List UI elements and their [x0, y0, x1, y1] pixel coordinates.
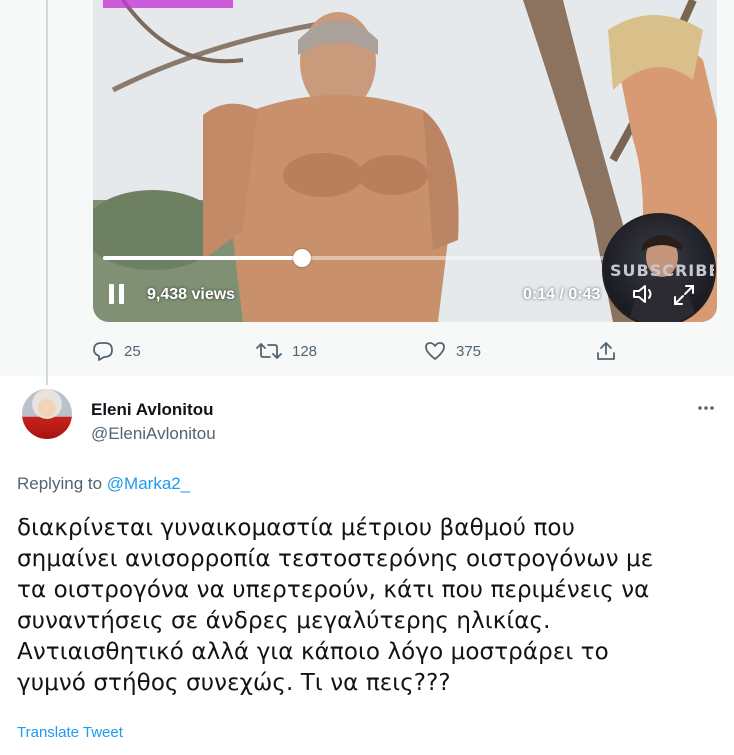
tweet-text-line: διακρίνεται γυναικομαστία μέτριου βαθμού… — [17, 515, 575, 541]
view-count: 9,438 views — [147, 286, 236, 303]
author-handle[interactable]: @EleniAvlonitou — [91, 424, 216, 444]
volume-icon[interactable] — [632, 283, 658, 305]
reply-count: 25 — [124, 342, 141, 360]
tweet-text-line: σημαίνει ανισορροπία τεστοστερόνης οιστρ… — [17, 546, 654, 572]
video-time: 0:14 / 0:43 — [523, 286, 601, 303]
expand-icon[interactable] — [673, 284, 695, 306]
replying-to-link[interactable]: @Marka2_ — [107, 474, 190, 493]
like-action[interactable]: 375 — [424, 340, 481, 362]
like-count: 375 — [456, 342, 482, 360]
replying-prefix: Replying to — [17, 474, 103, 493]
replying-to: Replying to @Marka2_ — [17, 474, 190, 494]
reply-action[interactable]: 25 — [92, 340, 141, 362]
like-icon — [425, 342, 445, 360]
pause-icon[interactable] — [109, 284, 125, 304]
translate-tweet-link[interactable]: Translate Tweet — [17, 724, 123, 741]
retweet-icon — [256, 343, 282, 359]
video-player[interactable]: SUBSCRIBE 9,438 views 0:14 / 0:43 — [93, 0, 717, 322]
avatar[interactable] — [22, 389, 72, 439]
reply-icon — [93, 342, 113, 361]
retweet-action[interactable]: 128 — [256, 340, 317, 362]
tweet-text-line: συναντήσεις σε άνδρες μεγαλύτερης ηλικία… — [17, 608, 551, 634]
tweet-text-line: Αντιαισθητικό αλλά για κάποιο λόγο μοστρ… — [17, 639, 609, 665]
progress-fill — [103, 256, 303, 260]
retweet-count: 128 — [292, 342, 318, 360]
tweet-text-line: γυμνό στήθος συνεχώς. Τι να πεις??? — [17, 670, 451, 696]
channel-overlay[interactable]: SUBSCRIBE — [602, 213, 716, 322]
share-action[interactable] — [595, 340, 627, 362]
thread-line — [46, 0, 48, 385]
tweet-text: διακρίνεται γυναικομαστία μέτριου βαθμού… — [17, 513, 729, 699]
author-name[interactable]: Eleni Avlonitou — [91, 400, 213, 420]
more-icon[interactable] — [696, 398, 716, 418]
share-icon — [597, 342, 615, 360]
tweet-text-line: τα οιστρογόνα να υπερτερούν, κάτι που πε… — [17, 577, 650, 603]
subscribe-overlay-text: SUBSCRIBE — [610, 261, 716, 280]
